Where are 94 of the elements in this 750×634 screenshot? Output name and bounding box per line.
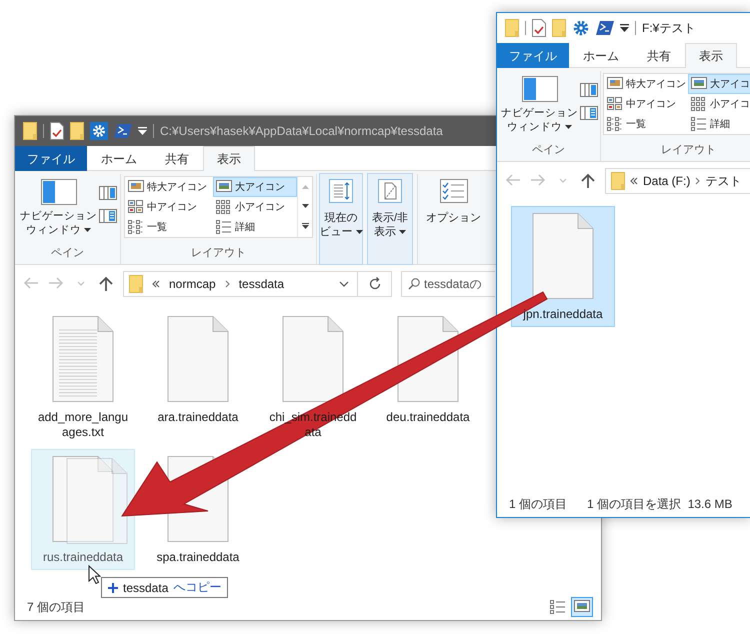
terminal-icon[interactable]: [596, 20, 614, 36]
caret-icon: [84, 228, 91, 232]
double-chevron-icon: [152, 280, 160, 288]
file-name: ara.traineddata: [156, 410, 240, 425]
scroll-down-icon[interactable]: [302, 204, 308, 208]
checklist-icon[interactable]: [532, 19, 546, 37]
layout-option[interactable]: 中アイコン: [604, 94, 688, 114]
layout-option[interactable]: 小アイコ: [688, 94, 750, 114]
refresh-icon: [368, 277, 382, 291]
ribbon-tab[interactable]: ホーム: [569, 43, 633, 68]
group-label: レイアウト: [660, 143, 717, 158]
group-label: レイアウト: [190, 246, 247, 261]
ribbon-tab[interactable]: 共有: [633, 43, 685, 68]
up-arrow-icon[interactable]: [580, 173, 596, 189]
list-icon: [128, 220, 144, 234]
picture-icon: [128, 180, 144, 194]
layout-option[interactable]: 詳細: [213, 217, 297, 237]
breadcrumb-item[interactable]: テスト: [705, 172, 742, 190]
document-icon: [52, 456, 114, 542]
file-name: spa.traineddata: [156, 550, 240, 565]
preview-pane-icon[interactable]: [99, 186, 117, 200]
plus-icon: [108, 582, 118, 592]
list-icon: [607, 117, 623, 131]
drag-action-text: へコピー: [173, 579, 222, 596]
layout-option[interactable]: 大アイコ: [688, 74, 750, 94]
file-item[interactable]: jpn.traineddata: [511, 206, 615, 327]
layout-option[interactable]: 中アイコン: [125, 197, 213, 217]
status-text: 7 個の項目: [27, 598, 86, 616]
text-document-icon: [52, 316, 114, 402]
expand-gallery-icon[interactable]: [302, 223, 308, 230]
grid-icon: [607, 97, 623, 111]
drag-target-text: tessdata: [123, 580, 168, 594]
grid-icon: [691, 97, 707, 111]
folder-icon: [70, 122, 84, 140]
file-name: deu.traineddata: [385, 410, 471, 425]
address-bar[interactable]: Data (F:) テスト: [605, 168, 750, 194]
layout-option[interactable]: 大アイコン: [213, 177, 297, 197]
navigation-pane-icon: [522, 76, 558, 102]
options-checklist-icon: [440, 179, 468, 203]
picture-icon: [216, 180, 232, 194]
show-hide-icon: [378, 179, 402, 203]
layout-option[interactable]: 一覧: [125, 217, 213, 237]
grid-icon: [216, 200, 232, 214]
document-icon: [532, 213, 594, 299]
details-icon: [550, 600, 566, 614]
document-icon: [282, 316, 344, 402]
options-button[interactable]: オプション: [424, 173, 483, 265]
caret-icon: [356, 230, 362, 234]
settings-icon[interactable]: [572, 19, 590, 37]
window-title: F:¥テスト: [642, 20, 696, 36]
caret-icon: [565, 125, 572, 129]
layout-option[interactable]: 詳細: [688, 114, 750, 134]
mouse-pointer-icon: [88, 565, 101, 585]
search-icon: [408, 278, 420, 290]
picture-icon: [691, 77, 707, 91]
window-title: C:¥Users¥hasek¥AppData¥Local¥normcap¥tessdata: [160, 124, 443, 138]
folder-icon: [611, 172, 625, 190]
caret-icon: [399, 230, 406, 234]
chevron-right-icon: [695, 177, 700, 185]
breadcrumb-item[interactable]: Data (F:): [643, 174, 690, 188]
folder-icon: [505, 19, 519, 37]
preview-pane-icon[interactable]: [580, 83, 598, 97]
picture-icon: [574, 600, 590, 614]
folder-icon: [552, 19, 566, 37]
folder-icon: [129, 275, 143, 293]
picture-icon: [607, 77, 623, 91]
group-label: ペイン: [531, 143, 566, 158]
column-width-icon: [329, 179, 353, 203]
navigation-pane-button[interactable]: ナビゲーション ウィンドウ: [18, 174, 99, 242]
file-name: jpn.traineddata: [522, 307, 604, 322]
file-tab[interactable]: ファイル: [497, 43, 569, 68]
chevron-right-icon: [224, 280, 230, 288]
ribbon-tab[interactable]: 表示: [685, 43, 737, 68]
file-name: rus.traineddata: [42, 550, 124, 565]
document-icon: [167, 316, 229, 402]
navigation-pane-icon: [40, 179, 76, 205]
status-text: 1 個の項目を選択 13.6 MB: [587, 496, 732, 512]
file-name: add_more_languages.txt: [36, 410, 130, 440]
dropdown-icon[interactable]: [620, 24, 629, 32]
document-icon: [66, 458, 128, 544]
folder-icon: [23, 122, 37, 140]
layout-option[interactable]: 小アイコン: [213, 197, 297, 217]
details-pane-icon[interactable]: [99, 209, 117, 223]
layout-option[interactable]: 特大アイコン: [125, 177, 213, 197]
layout-option[interactable]: 特大アイコン: [604, 74, 688, 94]
layout-option[interactable]: 一覧: [604, 114, 688, 134]
details-pane-icon[interactable]: [580, 106, 598, 120]
details-icon: [216, 220, 232, 234]
navigation-pane-button[interactable]: ナビゲーション ウィンドウ: [499, 71, 580, 139]
details-icon: [691, 117, 707, 131]
double-chevron-icon: [630, 177, 638, 185]
status-text: 1 個の項目: [509, 496, 568, 512]
grid-icon: [128, 200, 144, 214]
group-label: ペイン: [50, 246, 85, 261]
